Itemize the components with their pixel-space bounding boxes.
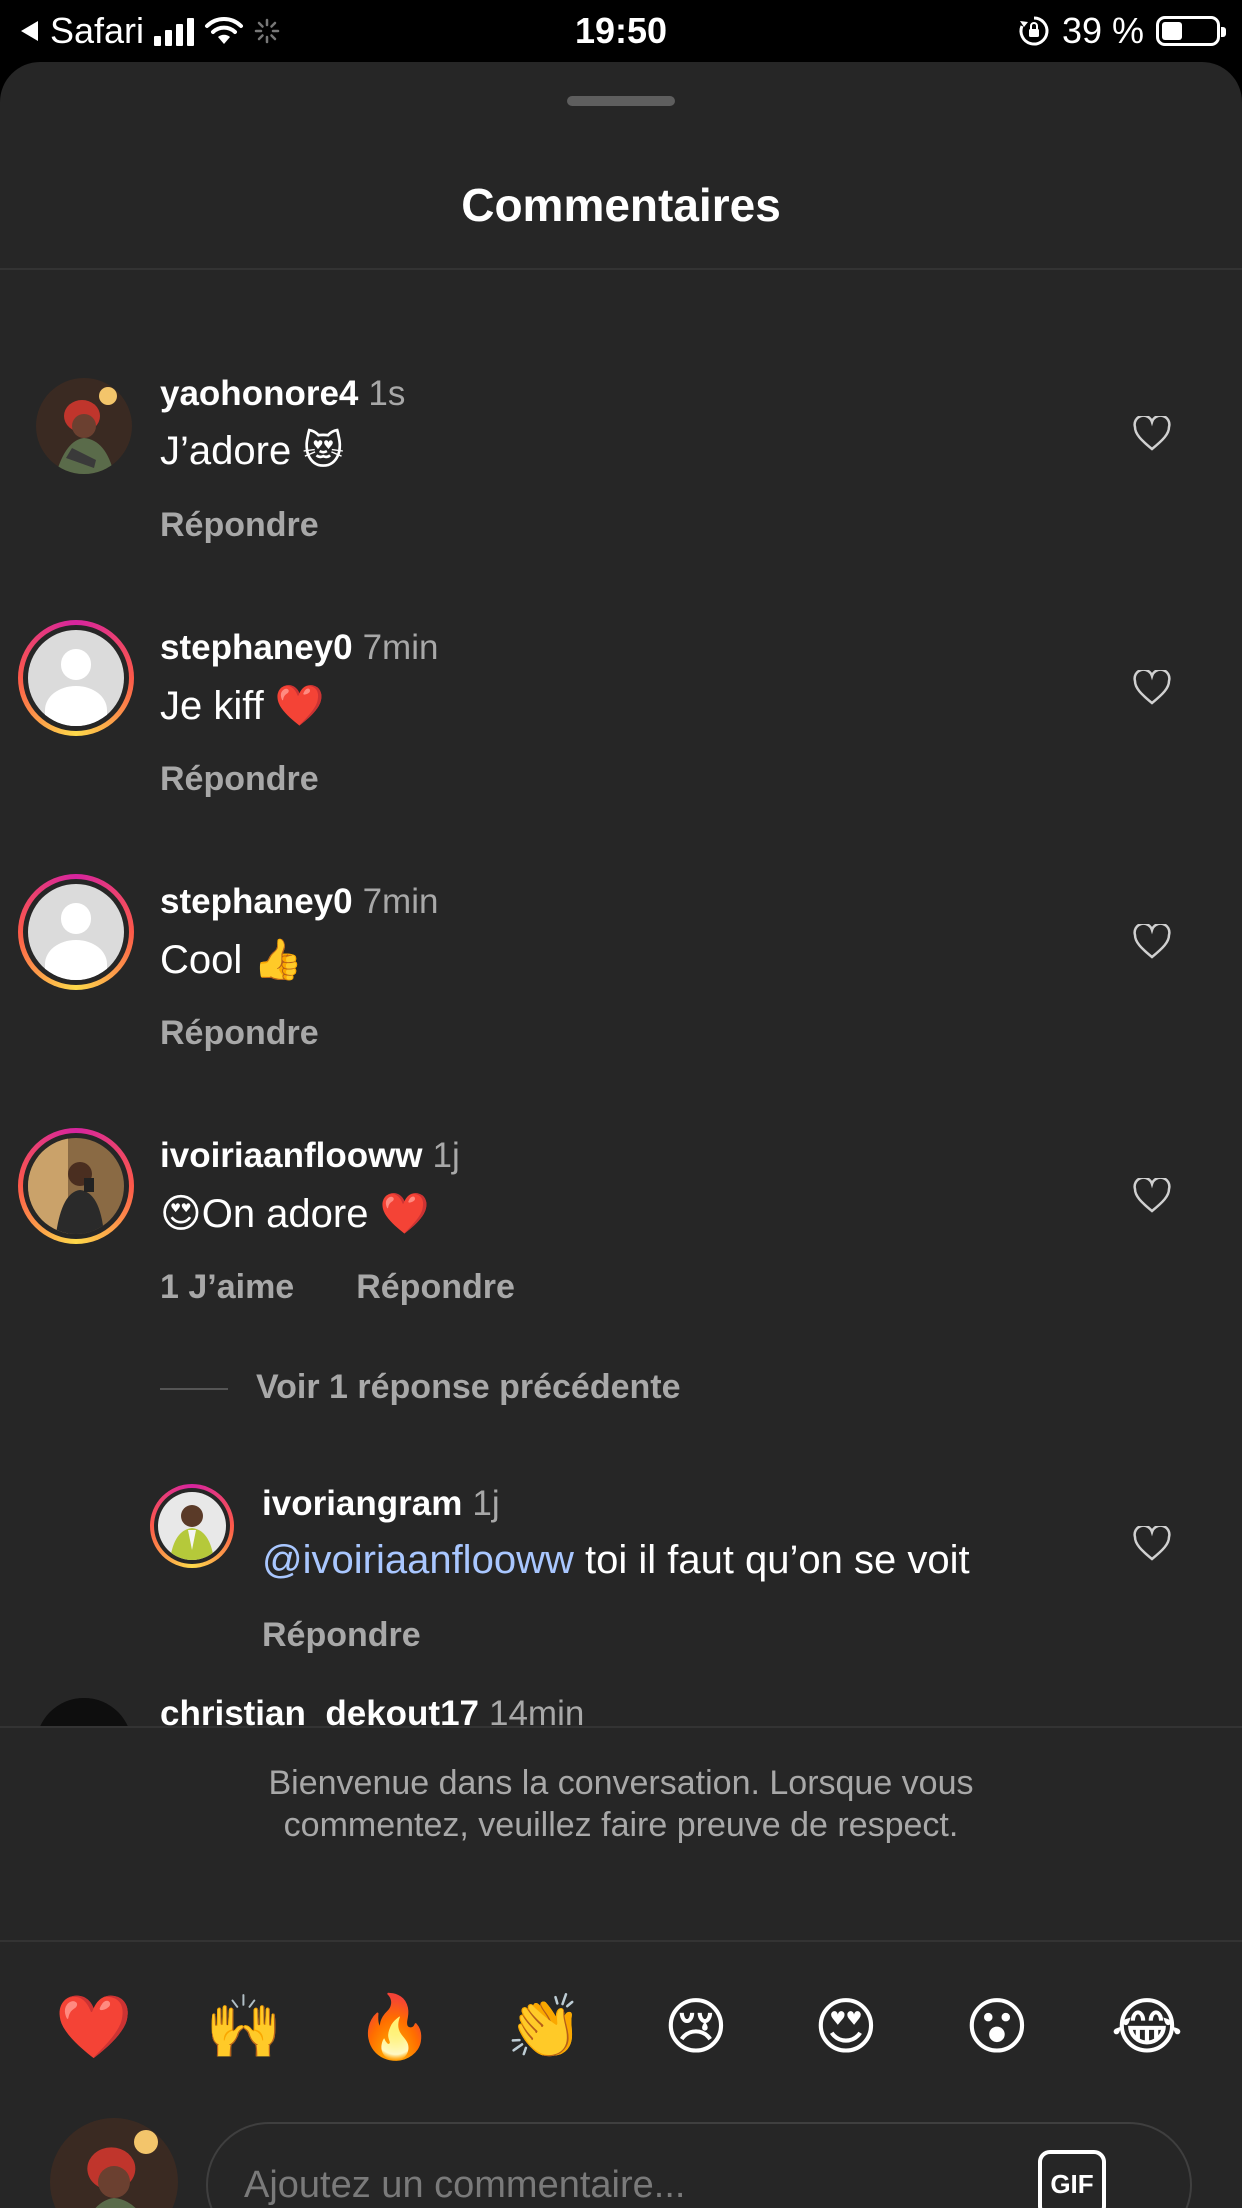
welcome-message: Bienvenue dans la conversation. Lorsque …	[0, 1762, 1242, 1846]
comment-item: yaohonore4 1s J’adore 😻 Répondre	[0, 270, 1242, 544]
emoji-fire-button[interactable]: 🔥	[345, 1990, 445, 2064]
comments-list[interactable]: yaohonore4 1s J’adore 😻 Répondre stephane…	[0, 270, 1242, 1726]
comment-username[interactable]: christian_dekout17	[160, 1694, 479, 1726]
comment-emoji: 😍	[160, 1191, 202, 1237]
comment-username[interactable]: stephaney0	[160, 628, 353, 667]
comment-emoji: 😻	[302, 428, 345, 474]
reply-text: @ivoiriaanflooww toi il faut qu’on se vo…	[262, 1538, 970, 1583]
likes-count[interactable]: 1 J’aime	[160, 1268, 294, 1306]
welcome-line: Bienvenue dans la conversation. Lorsque …	[268, 1764, 974, 1802]
comment-meta: ivoiriaanflooww 1j	[160, 1136, 460, 1176]
heart-icon[interactable]	[1133, 1178, 1171, 1214]
gif-label: GIF	[1050, 2168, 1094, 2199]
gif-button[interactable]: GIF	[1038, 2150, 1106, 2208]
avatar-story-ring[interactable]	[18, 1128, 134, 1244]
emoji-surprised-button[interactable]: 😮	[947, 1990, 1047, 2063]
reply-body: toi il faut qu’on se voit	[573, 1538, 970, 1582]
comment-footer: Bienvenue dans la conversation. Lorsque …	[0, 1726, 1242, 2208]
comment-timestamp: 14min	[489, 1694, 585, 1726]
heart-icon[interactable]	[1133, 670, 1171, 706]
avatar-story-ring[interactable]	[150, 1484, 234, 1568]
emoji-cry-button[interactable]: 😢	[646, 1990, 746, 2063]
emoji-heart-eyes-button[interactable]: 😍	[796, 1990, 896, 2063]
emoji-laughing-button[interactable]: 😂	[1097, 1990, 1197, 2063]
comment-body: J’adore	[160, 429, 292, 473]
reply-timestamp: 1j	[472, 1484, 500, 1523]
comment-emoji: ❤️	[274, 683, 325, 729]
battery-level	[1162, 22, 1182, 40]
quick-emoji-bar: ❤️ 🙌 🔥 👏 😢 😍 😮 😂	[0, 1968, 1242, 2098]
reply-username[interactable]: ivoriangram	[262, 1484, 462, 1523]
comment-input-placeholder: Ajoutez un commentaire...	[244, 2164, 686, 2206]
comment-timestamp: 1s	[368, 374, 406, 413]
battery-icon	[1156, 16, 1226, 46]
heart-icon[interactable]	[1133, 1526, 1171, 1562]
comment-text: Je kiff ❤️	[160, 682, 325, 729]
status-bar: Safari 19:50 39 %	[0, 0, 1242, 62]
reply-item: ivoriangram 1j @ivoiriaanflooww toi il fa…	[0, 1390, 1242, 1654]
heart-icon[interactable]	[1133, 924, 1171, 960]
comment-emoji: ❤️	[379, 1191, 430, 1237]
comment-text: J’adore 😻	[160, 428, 344, 474]
comments-sheet: Commentaires yaohonore4 1s J’adore 😻 Rép…	[0, 62, 1242, 2208]
comment-body: On adore	[201, 1192, 369, 1236]
comment-meta: stephaney0 7min	[160, 882, 438, 922]
comment-item: stephaney0 7min Cool 👍 Répondre	[0, 778, 1242, 1052]
sheet-grabber[interactable]	[567, 96, 675, 106]
comment-body: Cool	[160, 938, 243, 982]
comment-item: stephaney0 7min Je kiff ❤️ Répondre	[0, 524, 1242, 798]
comment-timestamp: 1j	[432, 1136, 460, 1175]
emoji-raised-hands-button[interactable]: 🙌	[194, 1990, 294, 2064]
comment-username[interactable]: ivoiriaanflooww	[160, 1136, 423, 1175]
comment-timestamp: 7min	[362, 882, 439, 921]
emoji-heart-button[interactable]: ❤️	[44, 1990, 144, 2064]
divider	[0, 1940, 1242, 1942]
comment-text: 😍On adore ❤️	[160, 1190, 429, 1237]
comment-username[interactable]: stephaney0	[160, 882, 353, 921]
default-avatar	[28, 630, 124, 726]
comment-input[interactable]: Ajoutez un commentaire... GIF	[206, 2122, 1192, 2208]
comment-text: Cool 👍	[160, 936, 303, 983]
avatar-photo	[28, 1138, 124, 1234]
comment-item: christian_dekout17 14min	[0, 1644, 1242, 1726]
mention-link[interactable]: @ivoiriaanflooww	[262, 1538, 574, 1582]
reply-meta: ivoriangram 1j	[262, 1484, 500, 1524]
avatar-photo	[158, 1492, 226, 1560]
emoji-clap-button[interactable]: 👏	[495, 1990, 595, 2064]
comment-meta: stephaney0 7min	[160, 628, 438, 668]
comment-actions: 1 J’aime Répondre	[160, 1268, 515, 1307]
default-avatar	[28, 884, 124, 980]
comment-username[interactable]: yaohonore4	[160, 374, 358, 413]
welcome-line: commentez, veuillez faire preuve de resp…	[283, 1806, 959, 1844]
comment-timestamp: 7min	[362, 628, 439, 667]
battery-percent: 39 %	[1061, 10, 1144, 51]
status-right: 39 %	[1018, 10, 1226, 52]
comment-emoji: 👍	[253, 937, 304, 983]
heart-icon[interactable]	[1133, 416, 1171, 452]
rotation-lock-icon	[1019, 16, 1049, 46]
my-avatar	[50, 2118, 178, 2208]
sheet-title: Commentaires	[461, 179, 781, 231]
avatar-story-ring[interactable]	[18, 874, 134, 990]
comment-meta: yaohonore4 1s	[160, 374, 405, 414]
avatar[interactable]	[36, 1698, 132, 1726]
avatar[interactable]	[36, 378, 132, 474]
comment-body: Je kiff	[160, 684, 264, 728]
comment-meta: christian_dekout17 14min	[160, 1694, 584, 1726]
reply-button[interactable]: Répondre	[356, 1268, 515, 1306]
avatar-story-ring[interactable]	[18, 620, 134, 736]
